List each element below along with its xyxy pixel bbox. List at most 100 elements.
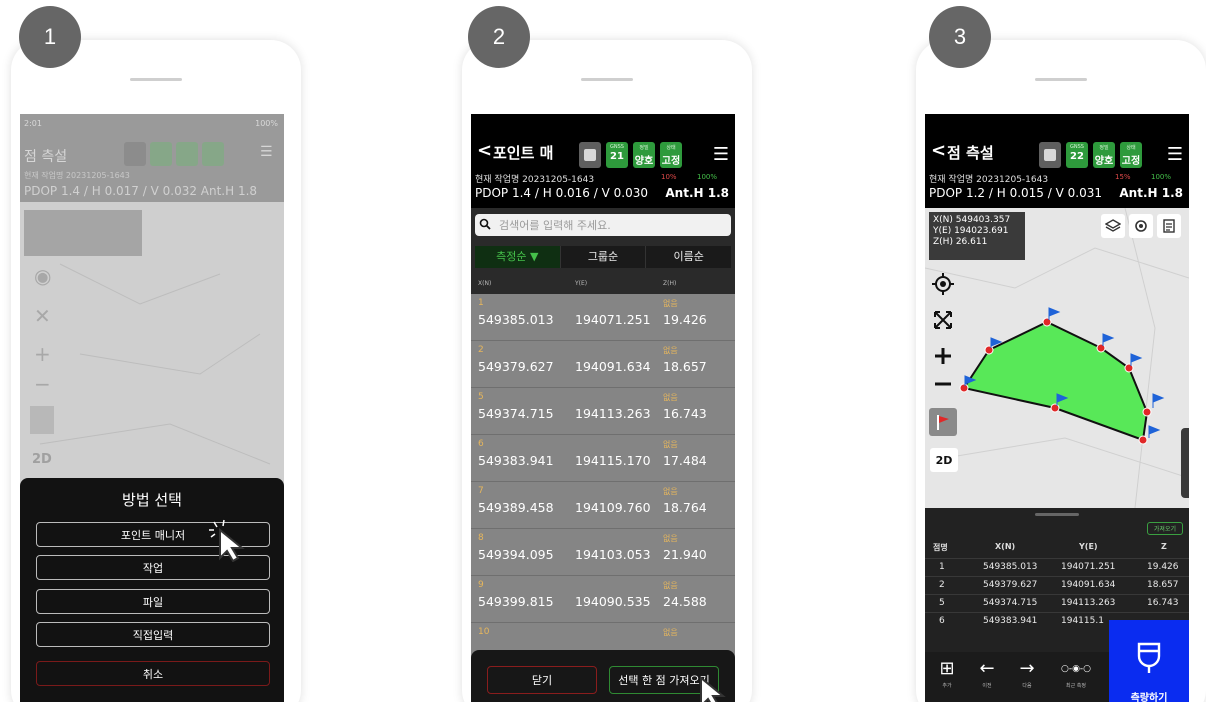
tab-sort-measured[interactable]: 측정순 ▼ (475, 246, 560, 268)
point-group-tag: 없음 (663, 299, 678, 308)
nav-previous[interactable]: ← 이전 (969, 656, 1005, 702)
list-item[interactable]: 6 없음 549383.941 194115.170 17.484 (471, 435, 735, 482)
add-point-icon: ⊞ (939, 658, 955, 679)
zoom-in-icon[interactable] (929, 342, 957, 370)
nav-add[interactable]: ⊞ 추가 (929, 656, 965, 702)
cell-y: 194115.1 (1061, 616, 1104, 626)
satellite-count: 21 (610, 151, 624, 162)
measure-button[interactable]: 측량하기 (1109, 620, 1189, 702)
back-icon[interactable]: < (477, 140, 492, 161)
cell-point-name: 1 (939, 562, 945, 572)
point-number: 7 (478, 486, 484, 496)
page-title: 점 측설 (947, 144, 994, 162)
dimmed-locate-icon: ◉ (34, 264, 52, 288)
nav-recent[interactable]: ○-◉-○ 최근 측정 (1051, 656, 1101, 702)
column-headers: X(N) Y(E) Z(H) (471, 280, 735, 294)
point-y: 194113.263 (575, 406, 651, 421)
menu-icon[interactable]: ☰ (713, 144, 729, 165)
table-row[interactable]: 5 549374.715 194113.263 16.743 (925, 594, 1189, 611)
dimmed-pdop: PDOP 1.4 / H 0.017 / V 0.032 Ant.H 1.8 (24, 184, 258, 198)
phone-battery: 15% (1115, 173, 1131, 181)
point-y: 194091.634 (575, 359, 651, 374)
flag-icon[interactable] (929, 408, 957, 436)
arrow-right-icon: → (1019, 658, 1035, 679)
list-item[interactable]: 1 없음 549385.013 194071.251 19.426 (471, 294, 735, 341)
close-button[interactable]: 닫기 (487, 666, 597, 694)
list-item[interactable]: 2 없음 549379.627 194091.634 18.657 (471, 341, 735, 388)
list-item[interactable]: 8 없음 549394.095 194103.053 21.940 (471, 529, 735, 576)
phone-3: < 점 측설 GNSS 22 정밀 양호 상태 고정 ☰ 현재 작업명 2023120… (916, 40, 1206, 702)
phone-battery: 10% (661, 173, 677, 181)
header-point-name: 점명 (933, 543, 948, 552)
point-y: 194090.535 (575, 594, 651, 609)
point-z: 21.940 (663, 547, 707, 562)
point-x: 549385.013 (478, 312, 554, 327)
dimmed-chip (176, 142, 198, 166)
locate-icon[interactable] (929, 270, 957, 298)
point-group-tag: 없음 (663, 440, 678, 449)
list-item[interactable]: 7 없음 549389.458 194109.760 18.764 (471, 482, 735, 529)
column-z: Z(H) (663, 280, 677, 287)
cell-x: 549374.715 (983, 598, 1038, 608)
side-drawer-handle[interactable] (1181, 428, 1189, 498)
phone-1-screen: 2:01 100% 점 측설 ☰ 현재 작업명 20231205-1643 PD… (20, 114, 284, 702)
back-icon[interactable]: < (931, 140, 946, 161)
layers-icon[interactable] (1101, 214, 1125, 238)
fit-extent-icon[interactable] (929, 306, 957, 334)
nav-next[interactable]: → 다음 (1009, 656, 1045, 702)
antenna-height: Ant.H 1.8 (665, 186, 729, 200)
cell-x: 549379.627 (983, 580, 1038, 590)
dimmed-chip (150, 142, 172, 166)
list-item[interactable]: 5 없음 549374.715 194113.263 16.743 (471, 388, 735, 435)
column-y: Y(E) (575, 280, 588, 287)
nav-add-label: 추가 (942, 683, 952, 689)
precision-value: 양호 (634, 156, 654, 167)
dimmed-2d-button: 2D (32, 452, 52, 467)
tab-sort-name[interactable]: 이름순 (645, 246, 731, 268)
map-view[interactable]: X(N) 549403.357 Y(E) 194023.691 Z(H) 26.… (925, 208, 1189, 508)
sheet-title: 방법 선택 (122, 491, 182, 509)
app-header: < 포인트 매 GNSS 21 정밀 양호 상태 고정 ☰ 현재 작업명 202312… (471, 114, 735, 208)
cancel-button[interactable]: 취소 (36, 661, 270, 686)
tutorial-stage: 1 2 3 2:01 100% 점 측설 ☰ 현재 작업명 20231205-1… (0, 0, 1206, 702)
file-button[interactable]: 파일 (36, 589, 270, 614)
column-x: X(N) (478, 280, 492, 287)
menu-icon[interactable]: ☰ (1167, 144, 1183, 165)
cell-y: 194071.251 (1061, 562, 1116, 572)
list-icon[interactable] (1157, 214, 1181, 238)
search-input[interactable] (475, 214, 731, 236)
current-z: Z(H) 26.611 (933, 237, 988, 247)
zoom-out-icon[interactable] (929, 370, 957, 398)
dimmed-expand-icon: ✕ (34, 304, 51, 328)
point-number: 10 (478, 627, 490, 637)
tap-cursor-icon (700, 675, 726, 702)
status-time: 2:01 (24, 119, 42, 128)
point-group-tag: 없음 (663, 628, 678, 637)
import-button[interactable]: 가져오기 (1146, 522, 1183, 535)
table-row[interactable]: 1 549385.013 194071.251 19.426 (925, 558, 1189, 575)
sort-tabs: 측정순 ▼ 그룹순 이름순 (475, 246, 731, 268)
table-row[interactable]: 2 549379.627 194091.634 18.657 (925, 576, 1189, 593)
point-number: 5 (478, 392, 484, 402)
point-group-tag: 없음 (663, 534, 678, 543)
cell-z: 18.657 (1147, 580, 1179, 590)
dimmed-job-name: 현재 작업명 20231205-1643 (24, 171, 130, 180)
point-y: 194103.053 (575, 547, 651, 562)
cell-y: 194113.263 (1061, 598, 1116, 608)
cell-point-name: 5 (939, 598, 945, 608)
pdop-readout: PDOP 1.2 / H 0.015 / V 0.031 (929, 186, 1102, 200)
recent-measure-icon: ○-◉-○ (1060, 664, 1092, 674)
view-2d-button[interactable]: 2D (930, 448, 958, 472)
phone-speaker (130, 78, 182, 81)
manual-input-button[interactable]: 직접입력 (36, 622, 270, 647)
list-item[interactable]: 9 없음 549399.815 194090.535 24.588 (471, 576, 735, 623)
dimmed-zoom-out-icon: − (34, 372, 51, 396)
tab-sort-group[interactable]: 그룹순 (559, 246, 646, 268)
panel-drag-handle[interactable] (1035, 513, 1079, 516)
header-z: Z (1161, 542, 1167, 551)
cell-z: 19.426 (1147, 562, 1179, 572)
current-x: X(N) 549403.357 (933, 215, 1011, 225)
point-z: 16.743 (663, 406, 707, 421)
phone-3-screen: < 점 측설 GNSS 22 정밀 양호 상태 고정 ☰ 현재 작업명 2023120… (925, 114, 1189, 702)
map-settings-icon[interactable] (1129, 214, 1153, 238)
